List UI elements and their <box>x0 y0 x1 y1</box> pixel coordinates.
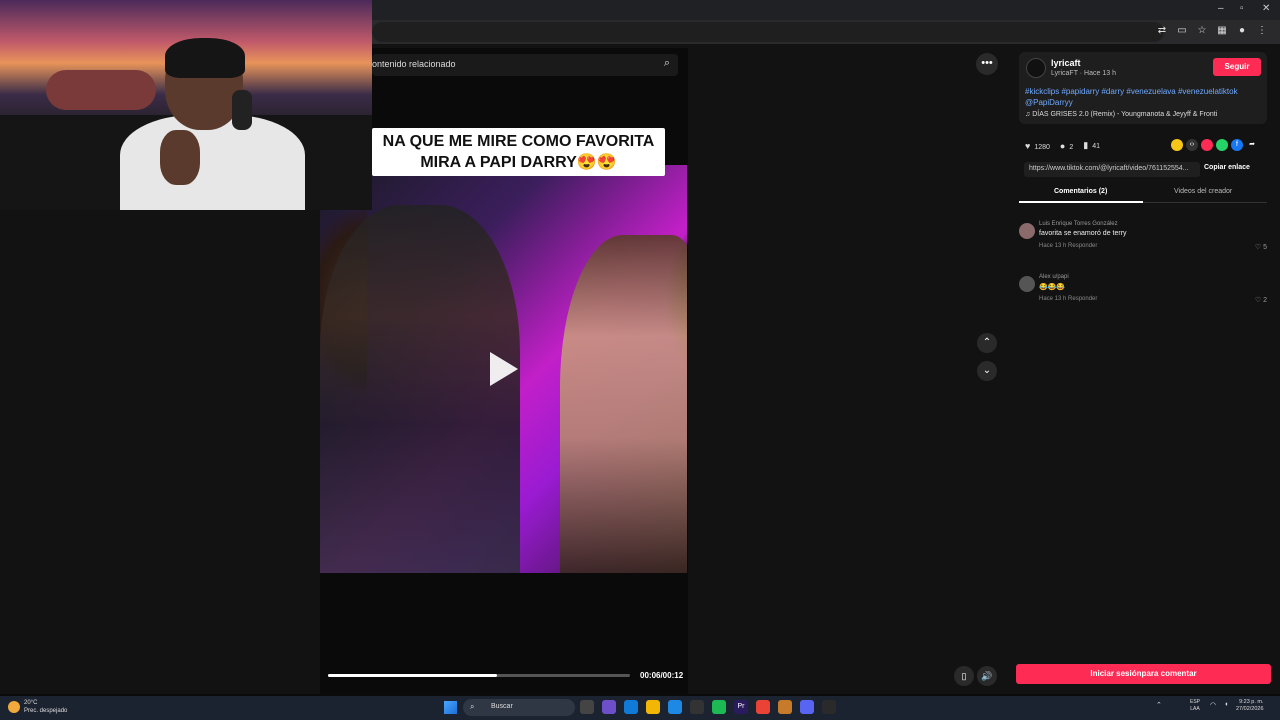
close-button[interactable]: ✕ <box>1262 3 1270 14</box>
tab-comments[interactable]: Comentarios (2) <box>1054 188 1107 195</box>
weather-widget[interactable]: 20°C Prec. despejado <box>24 699 67 715</box>
report-icon[interactable]: ▯ <box>954 666 974 686</box>
file-explorer-icon[interactable] <box>646 700 660 714</box>
commenter-avatar[interactable] <box>1019 223 1035 239</box>
comment-stat[interactable]: ● 2 <box>1060 141 1073 151</box>
embed-icon[interactable]: ‹› <box>1186 139 1198 151</box>
music-track[interactable]: ♫ DÍAS GRISES 2.0 (Remix) - Youngmanota … <box>1025 111 1217 118</box>
copy-link-button[interactable]: Copiar enlace <box>1204 164 1250 171</box>
language-indicator[interactable]: ESP LAA <box>1190 699 1200 713</box>
minimize-button[interactable]: – <box>1218 3 1224 14</box>
creator-avatar[interactable] <box>1026 58 1046 78</box>
play-icon[interactable] <box>490 352 518 386</box>
video-progress-bar[interactable] <box>328 674 630 677</box>
repost-icon[interactable] <box>1201 139 1213 151</box>
comment-item: Luis Enrique Torres González favorita se… <box>1019 221 1269 255</box>
comment-like[interactable]: ♡ 2 <box>1255 296 1267 304</box>
comment-text: 😂😂😂 <box>1039 284 1066 291</box>
wifi-icon[interactable]: ◠ <box>1210 701 1216 709</box>
comment-meta[interactable]: Hace 13 h Responder <box>1039 296 1097 302</box>
engagement-stats: ♥ 1280 ● 2 ▮ 41 <box>1025 140 1100 151</box>
comment-like[interactable]: ♡ 5 <box>1255 243 1267 251</box>
tray-icons: ◠ ◖ <box>1210 701 1228 709</box>
previous-video-button[interactable]: ⌃ <box>977 333 997 353</box>
commenter-avatar[interactable] <box>1019 276 1035 292</box>
share-arrow-icon[interactable]: ➦ <box>1246 139 1258 151</box>
creator-name[interactable]: lyricaft <box>1051 58 1081 68</box>
caption-line-1: NA QUE ME MIRE COMO FAVORITA <box>382 133 655 150</box>
menu-icon[interactable]: ⋮ <box>1256 25 1268 37</box>
translate-icon[interactable]: ⇄ <box>1156 25 1168 37</box>
browser-toolbar-icons: ⇄ ▭ ☆ ▦ ● ⋮ <box>1156 25 1268 37</box>
bookmark-icon: ▮ <box>1083 140 1089 150</box>
like-stat[interactable]: ♥ 1280 <box>1025 141 1050 151</box>
chrome-icon[interactable] <box>756 700 770 714</box>
caption-line-2: MIRA A PAPI DARRY😍😍 <box>420 154 617 171</box>
creator-subtitle: LyricaFT · Hace 13 h <box>1051 70 1116 77</box>
teams-icon[interactable] <box>800 700 814 714</box>
weather-temp: 20°C <box>24 700 38 706</box>
next-video-button[interactable]: ⌄ <box>977 361 997 381</box>
related-search-input[interactable]: ontenido relacionado ⌕ <box>372 54 678 76</box>
coin-icon[interactable] <box>1171 139 1183 151</box>
taskbar-search[interactable]: Buscar <box>463 699 575 716</box>
heart-icon: ♥ <box>1025 140 1031 151</box>
comment-text: favorita se enamoró de terry <box>1039 230 1127 237</box>
comment-item: Alex u/papi 😂😂😂 Hace 13 h Responder ♡ 2 <box>1019 274 1269 308</box>
more-options-button[interactable]: ••• <box>976 53 998 75</box>
login-to-comment-button[interactable]: Iniciar sesiónpara comentar <box>1016 664 1271 684</box>
panel-tabs: Comentarios (2) Videos del creador <box>1019 185 1267 203</box>
weather-icon[interactable] <box>8 701 20 713</box>
comment-icon: ● <box>1059 140 1066 151</box>
app-icon[interactable] <box>778 700 792 714</box>
address-bar[interactable] <box>372 22 1164 42</box>
video-progress-fill <box>328 674 498 677</box>
system-tray: ⌃ <box>1156 701 1162 709</box>
comment-meta[interactable]: Hace 13 h Responder <box>1039 243 1097 249</box>
start-menu-icon[interactable] <box>444 701 457 714</box>
follow-button[interactable]: Seguir <box>1213 58 1261 76</box>
video-time: 00:06/00:12 <box>640 671 684 680</box>
video-person-left <box>320 205 520 573</box>
facebook-icon[interactable]: f <box>1231 139 1243 151</box>
cast-icon[interactable]: ▭ <box>1176 25 1188 37</box>
tray-chevron-icon[interactable]: ⌃ <box>1156 701 1162 709</box>
taskbar-apps: Pr <box>580 700 836 714</box>
profile-icon[interactable]: ● <box>1236 25 1248 37</box>
volume-icon[interactable]: 🔊 <box>977 666 997 686</box>
maximize-button[interactable]: ▫ <box>1240 3 1244 14</box>
video-caption: NA QUE ME MIRE COMO FAVORITA MIRA A PAPI… <box>372 128 665 176</box>
video-link-field[interactable]: https://www.tiktok.com/@lyricaft/video/7… <box>1024 162 1200 177</box>
taskbar-clock[interactable]: 9:23 p. m. 27/02/2026 <box>1236 699 1264 713</box>
share-icons: ‹› f ➦ <box>1171 139 1258 151</box>
speaker-icon[interactable]: ◖ <box>1224 701 1228 709</box>
premiere-icon[interactable]: Pr <box>734 700 748 714</box>
commenter-name[interactable]: Alex u/papi <box>1039 274 1069 280</box>
save-stat[interactable]: ▮ 41 <box>1083 140 1100 151</box>
mail-icon[interactable] <box>668 700 682 714</box>
extensions-icon[interactable]: ▦ <box>1216 25 1228 37</box>
commenter-name[interactable]: Luis Enrique Torres González <box>1039 221 1118 227</box>
search-icon: ⌕ <box>470 702 475 711</box>
spotify-icon[interactable] <box>712 700 726 714</box>
copilot-icon[interactable] <box>602 700 616 714</box>
obs-icon[interactable] <box>822 700 836 714</box>
edge-icon[interactable] <box>624 700 638 714</box>
webcam-overlay <box>0 0 372 210</box>
headset-icon <box>232 90 252 130</box>
video-person-right <box>560 235 687 573</box>
task-view-icon[interactable] <box>580 700 594 714</box>
related-search-placeholder: ontenido relacionado <box>372 59 456 69</box>
webcam-person <box>120 38 305 210</box>
tab-active-indicator <box>1019 201 1143 203</box>
whatsapp-icon[interactable] <box>1216 139 1228 151</box>
search-icon[interactable]: ⌕ <box>664 57 670 70</box>
video-hashtags[interactable]: #kickclips #papidarry #darry #venezuelav… <box>1025 86 1261 108</box>
weather-desc: Prec. despejado <box>24 708 68 714</box>
bookmark-star-icon[interactable]: ☆ <box>1196 25 1208 37</box>
store-icon[interactable] <box>690 700 704 714</box>
tab-creator-videos[interactable]: Videos del creador <box>1174 188 1232 195</box>
